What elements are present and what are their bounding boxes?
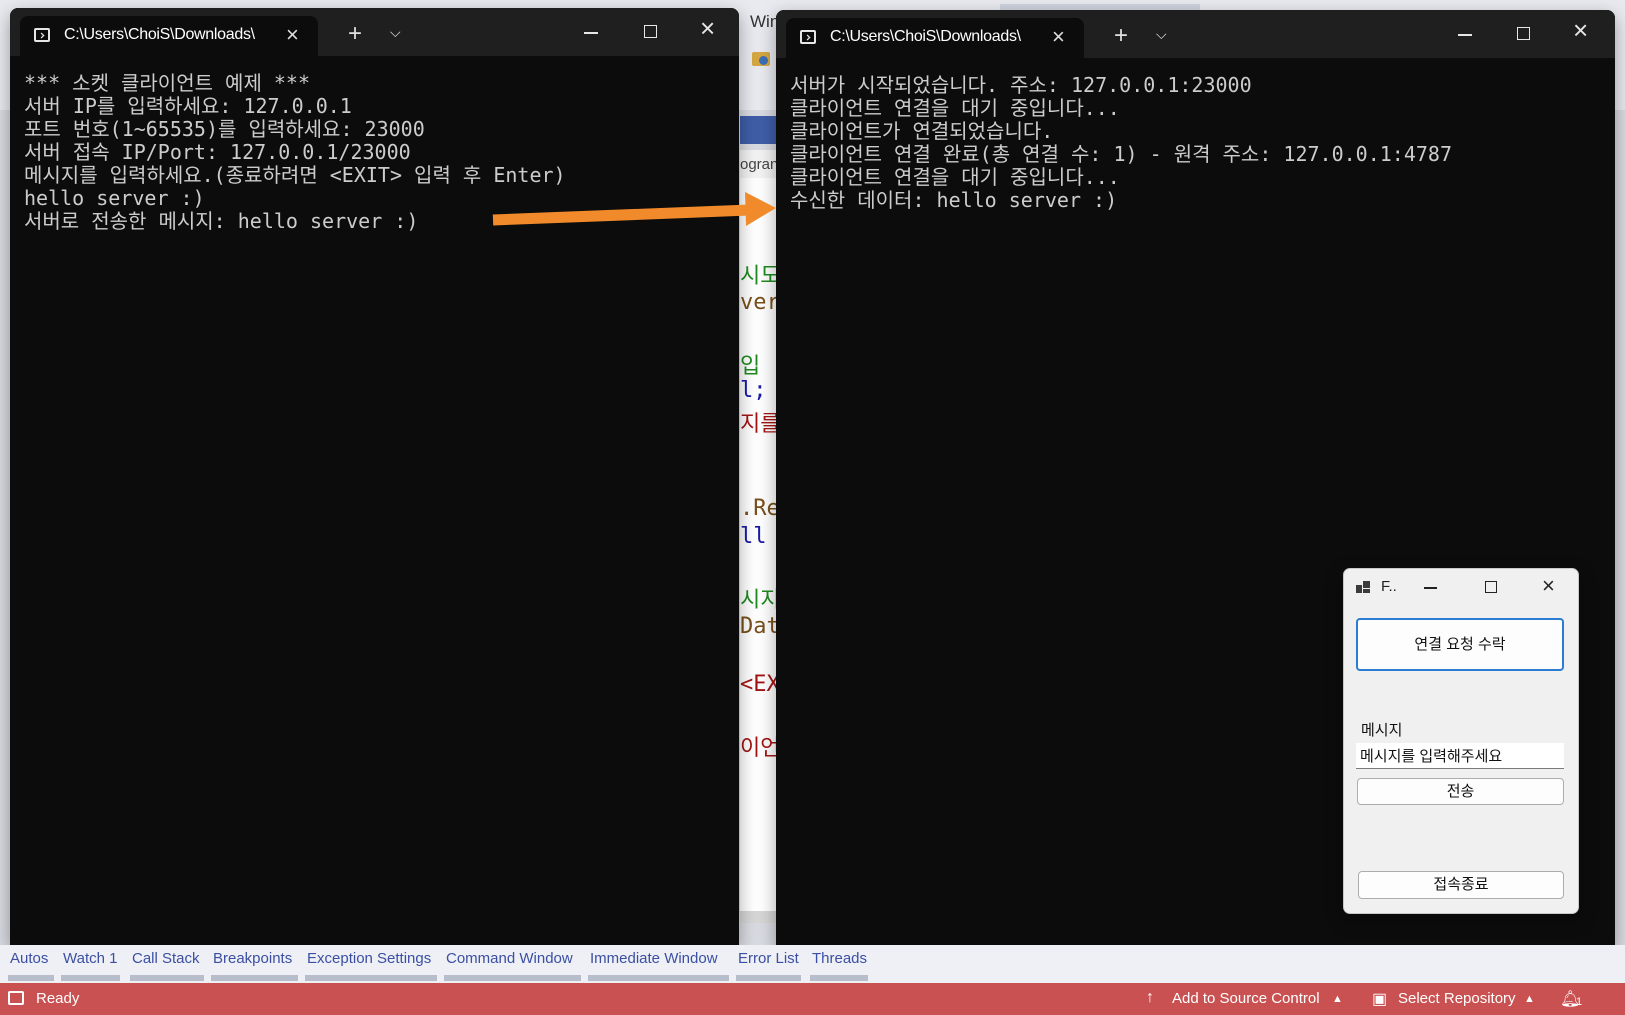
terminal-tab-title: C:\Users\ChoiS\Downloads\ bbox=[830, 28, 1021, 45]
terminal-line: 서버 접속 IP/Port: 127.0.0.1/23000 bbox=[24, 140, 411, 164]
code-fragment: 시지 bbox=[740, 588, 780, 613]
debug-tab-underline bbox=[736, 975, 801, 981]
debug-tab[interactable]: Autos bbox=[10, 950, 48, 967]
form-title: F.. bbox=[1381, 578, 1397, 595]
terminal-line: hello server :) bbox=[24, 186, 205, 210]
debug-tab-underline bbox=[588, 975, 729, 981]
terminal-line: 클라이언트 연결을 대기 중입니다... bbox=[790, 96, 1120, 120]
debug-tab[interactable]: Exception Settings bbox=[307, 950, 431, 967]
terminal-titlebar[interactable]: C:\Users\ChoiS\Downloads\ × + ⌵ × bbox=[776, 10, 1615, 58]
code-fragment: Dat bbox=[740, 614, 780, 639]
code-fragment: l; bbox=[740, 378, 767, 403]
new-tab-icon[interactable]: + bbox=[348, 22, 362, 46]
debug-tab[interactable]: Error List bbox=[738, 950, 799, 967]
code-fragment: ll bbox=[740, 524, 767, 549]
minimize-icon[interactable] bbox=[1424, 587, 1437, 589]
code-editor[interactable]: 시도 ver 입 l; 지를 .Re ll 시지 Dat <EX 이언 bbox=[740, 178, 780, 923]
client-terminal-output[interactable]: *** 소켓 클라이언트 예제 *** 서버 IP를 입력하세요: 127.0.0… bbox=[24, 72, 729, 945]
terminal-line: *** 소켓 클라이언트 예제 *** bbox=[24, 71, 311, 95]
terminal-line: 클라이언트 연결을 대기 중입니다... bbox=[790, 165, 1120, 189]
terminal-line: 서버로 전송한 메시지: hello server :) bbox=[24, 209, 419, 233]
form-titlebar[interactable]: F.. × bbox=[1344, 569, 1578, 605]
close-tab-icon[interactable]: × bbox=[1052, 24, 1065, 50]
debug-tab-underline bbox=[810, 975, 868, 981]
terminal-line: 서버 IP를 입력하세요: 127.0.0.1 bbox=[24, 94, 352, 118]
debug-tab[interactable]: Call Stack bbox=[132, 950, 200, 967]
ide-window-title: Win bbox=[750, 12, 780, 31]
terminal-line: 서버가 시작되었습니다. 주소: 127.0.0.1:23000 bbox=[790, 73, 1252, 97]
server-form-window[interactable]: F.. × 연결 요청 수락 메시지 전송 접속종료 bbox=[1343, 568, 1579, 914]
ide-toolbar-band bbox=[740, 116, 780, 144]
terminal-tab[interactable]: C:\Users\ChoiS\Downloads\ × bbox=[786, 18, 1084, 58]
terminal-line: 클라이언트가 연결되었습니다. bbox=[790, 119, 1054, 143]
close-icon[interactable]: × bbox=[700, 13, 715, 44]
close-tab-icon[interactable]: × bbox=[286, 22, 299, 48]
select-repository-button[interactable]: Select Repository bbox=[1398, 990, 1516, 1007]
debug-tab-underline bbox=[8, 975, 54, 981]
debug-tab-underline bbox=[211, 975, 298, 981]
repository-icon[interactable]: ▣ bbox=[1372, 989, 1387, 1009]
terminal-titlebar[interactable]: C:\Users\ChoiS\Downloads\ × + ⌵ × bbox=[10, 8, 739, 56]
terminal-line: 포트 번호(1~65535)를 입력하세요: 23000 bbox=[24, 117, 425, 141]
arrow-up-icon[interactable]: ↑ bbox=[1146, 989, 1154, 1007]
debug-tab[interactable]: Watch 1 bbox=[63, 950, 117, 967]
code-fragment: <EX bbox=[740, 672, 780, 697]
close-icon[interactable]: × bbox=[1542, 573, 1555, 599]
terminal-icon bbox=[34, 28, 50, 42]
maximize-icon[interactable] bbox=[1517, 27, 1530, 40]
minimize-icon[interactable] bbox=[584, 32, 598, 34]
status-ready-icon bbox=[8, 991, 24, 1005]
caret-up-icon[interactable]: ▲ bbox=[1524, 993, 1535, 1005]
maximize-icon[interactable] bbox=[1485, 581, 1497, 593]
disconnect-button[interactable]: 접속종료 bbox=[1358, 871, 1564, 899]
code-fragment: 시도 bbox=[740, 264, 780, 289]
form-app-icon bbox=[1356, 581, 1370, 593]
terminal-line: 메시지를 입력하세요.(종료하려면 <EXIT> 입력 후 Enter) bbox=[24, 163, 566, 187]
debug-tab[interactable]: Threads bbox=[812, 950, 867, 967]
status-ready-text: Ready bbox=[36, 990, 80, 1007]
minimize-icon[interactable] bbox=[1458, 34, 1472, 36]
add-to-source-control-button[interactable]: Add to Source Control bbox=[1172, 990, 1320, 1007]
accept-connection-button[interactable]: 연결 요청 수락 bbox=[1356, 618, 1564, 671]
terminal-icon bbox=[800, 30, 816, 44]
debug-tab[interactable]: Breakpoints bbox=[213, 950, 292, 967]
status-bar: Ready ↑ Add to Source Control ▲ ▣ Select… bbox=[0, 983, 1625, 1015]
debug-tab-underline bbox=[130, 975, 204, 981]
notification-count[interactable]: 1 bbox=[1576, 996, 1582, 1008]
debug-tab-underline bbox=[444, 975, 581, 981]
close-icon[interactable]: × bbox=[1573, 15, 1588, 46]
chevron-down-icon[interactable]: ⌵ bbox=[1156, 26, 1167, 43]
terminal-tab-title: C:\Users\ChoiS\Downloads\ bbox=[64, 26, 255, 43]
terminal-line: 수신한 데이터: hello server :) bbox=[790, 188, 1118, 212]
chevron-down-icon[interactable]: ⌵ bbox=[390, 24, 401, 41]
caret-up-icon[interactable]: ▲ bbox=[1332, 993, 1343, 1005]
debug-tool-tabs: Autos Watch 1 Call Stack Breakpoints Excepti… bbox=[0, 945, 1625, 983]
debug-tab-underline bbox=[61, 975, 120, 981]
message-input[interactable] bbox=[1356, 743, 1564, 769]
maximize-icon[interactable] bbox=[644, 25, 657, 38]
terminal-line: 클라이언트 연결 완료(총 연결 수: 1) - 원격 주소: 127.0.0.… bbox=[790, 142, 1452, 166]
send-button[interactable]: 전송 bbox=[1357, 778, 1564, 805]
code-fragment: 이언 bbox=[740, 736, 780, 761]
message-label: 메시지 bbox=[1361, 722, 1403, 739]
code-fragment: 지를 bbox=[740, 412, 780, 437]
code-fragment: .Re bbox=[740, 496, 780, 521]
editor-horizontal-scrollbar[interactable] bbox=[740, 911, 780, 923]
client-terminal-window[interactable]: C:\Users\ChoiS\Downloads\ × + ⌵ × *** 소켓… bbox=[10, 8, 739, 945]
debug-tab-underline bbox=[305, 975, 437, 981]
solution-explorer-icon[interactable] bbox=[752, 52, 770, 66]
debug-tab[interactable]: Immediate Window bbox=[590, 950, 718, 967]
terminal-tab[interactable]: C:\Users\ChoiS\Downloads\ × bbox=[20, 16, 318, 56]
ide-document-tab-label: ogran bbox=[740, 156, 779, 173]
new-tab-icon[interactable]: + bbox=[1114, 24, 1128, 48]
ide-document-tab[interactable]: ogran bbox=[740, 150, 780, 179]
code-fragment: 입 bbox=[740, 354, 761, 379]
debug-tab[interactable]: Command Window bbox=[446, 950, 573, 967]
code-fragment: ver bbox=[740, 290, 780, 315]
